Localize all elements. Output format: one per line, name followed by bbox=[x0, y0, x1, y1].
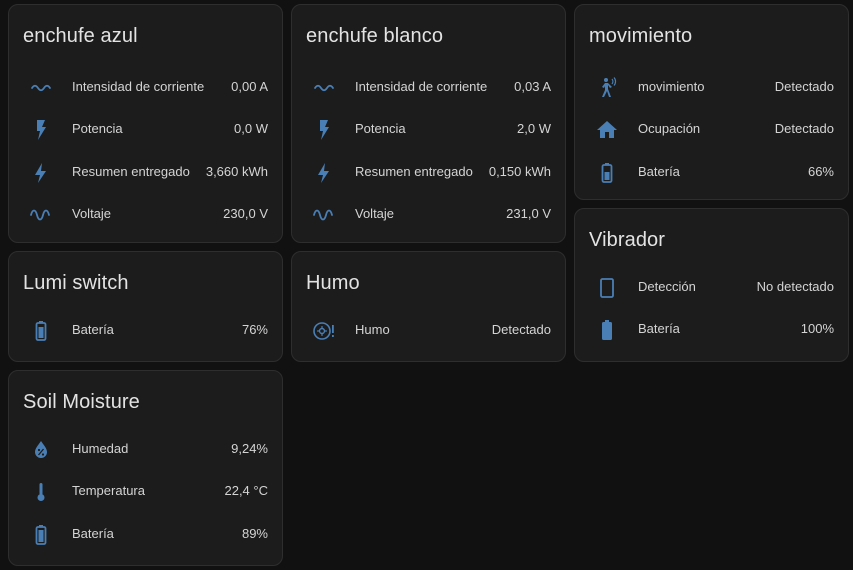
entity-value: 76% bbox=[241, 322, 268, 337]
entity-row-humedad[interactable]: Humedad 9,24% bbox=[9, 430, 282, 470]
entity-label: Humedad bbox=[72, 441, 129, 456]
entity-label: Resumen entregado bbox=[72, 164, 190, 179]
entity-value: 89% bbox=[241, 526, 268, 541]
entity-value: Detectado bbox=[774, 121, 834, 136]
entity-value: 0,150 kWh bbox=[488, 164, 551, 179]
entity-value: Detectado bbox=[774, 79, 834, 94]
card-title[interactable]: Soil Moisture bbox=[23, 391, 140, 414]
entity-value: Detectado bbox=[491, 322, 551, 337]
card-enchufe-azul: enchufe azul Intensidad de corriente 0,0… bbox=[8, 4, 283, 243]
entity-label: Voltaje bbox=[355, 206, 395, 221]
battery-icon bbox=[595, 318, 619, 342]
entity-value: 231,0 V bbox=[506, 206, 551, 221]
entity-label: Potencia bbox=[72, 121, 123, 136]
card-lumi-switch: Lumi switch Batería 76% bbox=[8, 251, 283, 362]
entity-row-voltaje[interactable]: Voltaje 230,0 V bbox=[9, 195, 282, 235]
entity-value: 0,0 W bbox=[234, 121, 268, 136]
battery-icon bbox=[595, 161, 619, 185]
entity-row-deteccion[interactable]: Detección No detectado bbox=[575, 268, 848, 308]
sine-wave-icon bbox=[312, 203, 336, 227]
thermometer-icon bbox=[29, 480, 53, 504]
entity-row-bateria[interactable]: Batería 89% bbox=[9, 515, 282, 555]
entity-value: 2,0 W bbox=[517, 121, 551, 136]
entity-value: 66% bbox=[807, 164, 834, 179]
entity-row-movimiento[interactable]: movimiento Detectado bbox=[575, 68, 848, 108]
entity-label: Ocupación bbox=[638, 121, 701, 136]
card-title[interactable]: movimiento bbox=[589, 25, 692, 48]
flash-icon bbox=[312, 118, 336, 142]
card-vibrador: Vibrador Detección No detectado Batería … bbox=[574, 208, 849, 362]
entity-label: Temperatura bbox=[72, 483, 145, 498]
entity-row-intensidad[interactable]: Intensidad de corriente 0,03 A bbox=[292, 68, 565, 108]
entity-row-humo[interactable]: Humo Detectado bbox=[292, 311, 565, 351]
entity-label: Batería bbox=[638, 321, 680, 336]
entity-row-intensidad[interactable]: Intensidad de corriente 0,00 A bbox=[9, 68, 282, 108]
card-humo: Humo Humo Detectado bbox=[291, 251, 566, 362]
entity-row-bateria[interactable]: Batería 100% bbox=[575, 310, 848, 350]
entity-value: 0,00 A bbox=[231, 79, 268, 94]
entity-label: Batería bbox=[638, 164, 680, 179]
entity-value: 0,03 A bbox=[514, 79, 551, 94]
entity-row-potencia[interactable]: Potencia 2,0 W bbox=[292, 110, 565, 150]
entity-value: 3,660 kWh bbox=[205, 164, 268, 179]
entity-row-bateria[interactable]: Batería 66% bbox=[575, 153, 848, 193]
card-title[interactable]: enchufe blanco bbox=[306, 25, 443, 48]
entity-label: Intensidad de corriente bbox=[355, 79, 488, 94]
lightning-bolt-icon bbox=[29, 161, 53, 185]
entity-row-voltaje[interactable]: Voltaje 231,0 V bbox=[292, 195, 565, 235]
sine-wave-icon bbox=[29, 203, 53, 227]
entity-row-bateria[interactable]: Batería 76% bbox=[9, 311, 282, 351]
entity-label: Intensidad de corriente bbox=[72, 79, 205, 94]
lightning-bolt-icon bbox=[312, 161, 336, 185]
smoke-detector-alert-icon bbox=[312, 319, 336, 343]
current-ac-icon bbox=[312, 76, 336, 100]
entity-label: Batería bbox=[72, 322, 114, 337]
current-ac-icon bbox=[29, 76, 53, 100]
entity-label: movimiento bbox=[638, 79, 705, 94]
card-title[interactable]: enchufe azul bbox=[23, 25, 138, 48]
entity-value: 100% bbox=[800, 321, 834, 336]
card-title[interactable]: Vibrador bbox=[589, 229, 665, 252]
motion-sensor-icon bbox=[595, 76, 619, 100]
entity-label: Potencia bbox=[355, 121, 406, 136]
battery-icon bbox=[29, 319, 53, 343]
card-title[interactable]: Humo bbox=[306, 272, 360, 295]
battery-icon bbox=[29, 523, 53, 547]
entity-row-ocupacion[interactable]: Ocupación Detectado bbox=[575, 110, 848, 150]
entity-label: Detección bbox=[638, 279, 696, 294]
card-enchufe-blanco: enchufe blanco Intensidad de corriente 0… bbox=[291, 4, 566, 243]
entity-label: Voltaje bbox=[72, 206, 112, 221]
entity-label: Batería bbox=[72, 526, 114, 541]
entity-value: 9,24% bbox=[231, 441, 268, 456]
tablet-outline-icon bbox=[595, 276, 619, 300]
entity-value: 230,0 V bbox=[223, 206, 268, 221]
entity-label: Resumen entregado bbox=[355, 164, 473, 179]
entity-row-temperatura[interactable]: Temperatura 22,4 °C bbox=[9, 472, 282, 512]
card-soil-moisture: Soil Moisture Humedad 9,24% Temperatura … bbox=[8, 370, 283, 566]
entity-row-resumen[interactable]: Resumen entregado 0,150 kWh bbox=[292, 153, 565, 193]
entity-value: No detectado bbox=[756, 279, 834, 294]
entity-label: Humo bbox=[355, 322, 390, 337]
card-movimiento: movimiento movimiento Detectado Ocupació… bbox=[574, 4, 849, 200]
entity-value: 22,4 °C bbox=[224, 483, 268, 498]
flash-icon bbox=[29, 118, 53, 142]
card-title[interactable]: Lumi switch bbox=[23, 272, 129, 295]
entity-row-potencia[interactable]: Potencia 0,0 W bbox=[9, 110, 282, 150]
water-percent-icon bbox=[29, 438, 53, 462]
home-icon bbox=[595, 118, 619, 142]
entity-row-resumen[interactable]: Resumen entregado 3,660 kWh bbox=[9, 153, 282, 193]
